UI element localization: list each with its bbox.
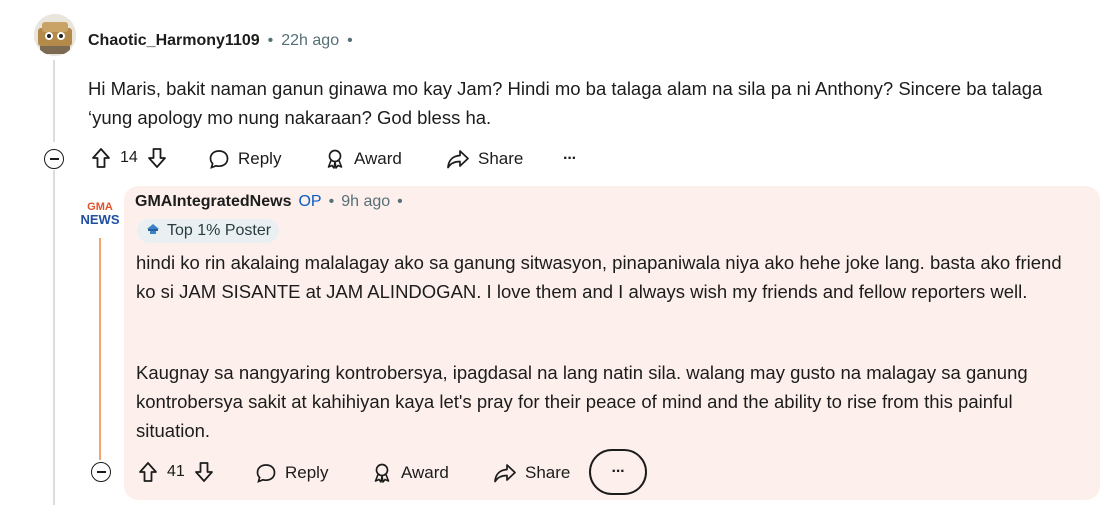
thread-line (53, 60, 55, 142)
timestamp[interactable]: 22h ago (281, 32, 339, 50)
award-label: Award (401, 463, 449, 482)
avatar-logo-bottom: NEWS (80, 211, 120, 227)
collapse-icon[interactable] (44, 149, 64, 169)
award-icon (371, 462, 393, 484)
more-button[interactable]: ··· (589, 449, 647, 495)
username[interactable]: Chaotic_Harmony1109 (88, 32, 260, 50)
more-icon[interactable]: ··· (563, 150, 577, 168)
username[interactable]: GMAIntegratedNews (135, 193, 291, 211)
award-button[interactable]: Award (324, 148, 402, 170)
downvote-icon[interactable] (146, 147, 168, 169)
flair-icon (145, 221, 161, 242)
reply-button[interactable]: Reply (255, 462, 328, 484)
vote-group: 41 (137, 461, 215, 483)
op-badge: OP (298, 193, 322, 210)
downvote-icon[interactable] (193, 461, 215, 483)
collapse-icon[interactable] (91, 462, 111, 482)
thread-line (53, 170, 55, 505)
reply-icon (255, 462, 277, 484)
meta-separator: • (397, 193, 403, 210)
meta-separator: • (347, 32, 353, 49)
share-button[interactable]: Share (446, 148, 523, 170)
reply-label: Reply (238, 149, 282, 168)
share-button[interactable]: Share (493, 462, 570, 484)
award-icon (324, 148, 346, 170)
avatar[interactable] (34, 14, 76, 56)
share-label: Share (525, 463, 571, 482)
vote-group: 14 (90, 147, 168, 169)
meta-separator: • (267, 32, 274, 49)
share-icon (493, 462, 517, 484)
reply-label: Reply (285, 463, 329, 482)
comment-body: Hi Maris, bakit naman ganun ginawa mo ka… (88, 78, 1043, 128)
user-flair: Top 1% Poster (137, 219, 280, 243)
comment-header: GMAIntegratedNews OP • 9h ago • (135, 193, 403, 211)
reply-button[interactable]: Reply (208, 148, 281, 170)
meta-separator: • (328, 193, 335, 210)
comment-body-paragraph: Kaugnay sa nangyaring kontrobersya, ipag… (136, 362, 1028, 441)
comment-body-paragraph: hindi ko rin akalaing malalagay ako sa g… (136, 252, 1062, 302)
award-button[interactable]: Award (371, 462, 449, 484)
vote-count: 41 (167, 463, 185, 480)
avatar[interactable]: GMA NEWS (78, 192, 122, 236)
share-icon (446, 148, 470, 170)
vote-count: 14 (120, 149, 138, 166)
comment-header: Chaotic_Harmony1109 • 22h ago • (88, 32, 353, 50)
upvote-icon[interactable] (90, 147, 112, 169)
share-label: Share (478, 149, 524, 168)
timestamp[interactable]: 9h ago (341, 193, 390, 211)
flair-label: Top 1% Poster (167, 222, 272, 239)
thread-highlight-line (99, 238, 101, 460)
award-label: Award (354, 149, 402, 168)
upvote-icon[interactable] (137, 461, 159, 483)
more-icon: ··· (611, 463, 626, 480)
reply-icon (208, 148, 230, 170)
avatar-logo-top: GMA (87, 200, 113, 213)
